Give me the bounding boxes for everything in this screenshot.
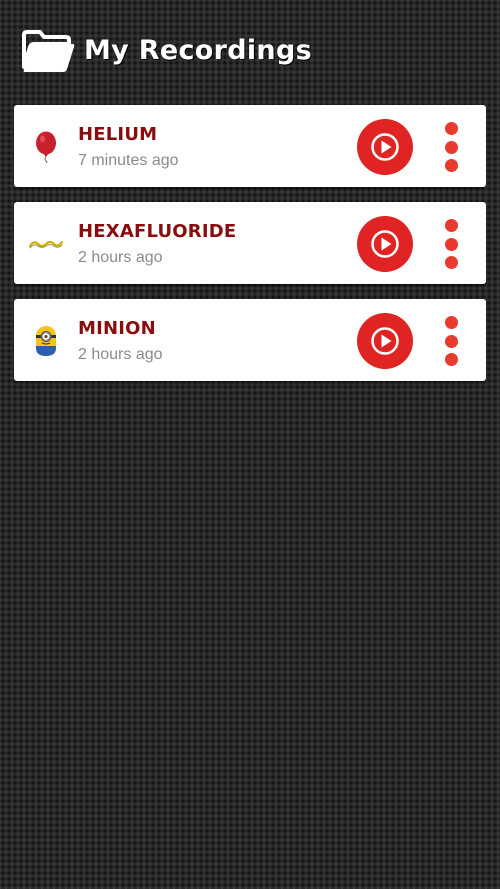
recording-time: 2 hours ago — [78, 249, 163, 266]
page-title: My Recordings — [84, 34, 312, 66]
play-icon — [371, 133, 399, 161]
recording-item-helium[interactable]: HELIUM 7 minutes ago — [14, 105, 486, 187]
app-header: My Recordings — [20, 28, 312, 76]
play-icon — [371, 230, 399, 258]
play-button[interactable] — [357, 119, 413, 175]
more-vertical-icon — [444, 256, 458, 269]
more-options-button[interactable] — [438, 313, 464, 369]
play-button[interactable] — [357, 313, 413, 369]
wave-icon — [26, 226, 66, 262]
more-vertical-icon — [444, 219, 458, 232]
recording-item-minion[interactable]: MINION 2 hours ago — [14, 299, 486, 381]
recording-time: 7 minutes ago — [78, 152, 179, 169]
more-options-button[interactable] — [438, 119, 464, 175]
recordings-list: HELIUM 7 minutes ago HEXAFLUORIDE 2 hour… — [14, 105, 486, 396]
more-vertical-icon — [444, 334, 458, 348]
play-button[interactable] — [357, 216, 413, 272]
more-vertical-icon — [444, 140, 458, 154]
recording-item-hexafluoride[interactable]: HEXAFLUORIDE 2 hours ago — [14, 202, 486, 284]
balloon-icon — [26, 129, 66, 165]
recording-title: HELIUM — [78, 124, 158, 145]
more-vertical-icon — [444, 159, 458, 172]
more-vertical-icon — [444, 122, 458, 135]
recording-title: HEXAFLUORIDE — [78, 221, 237, 242]
more-vertical-icon — [444, 353, 458, 366]
more-vertical-icon — [444, 237, 458, 251]
recording-title: MINION — [78, 318, 156, 339]
more-vertical-icon — [444, 316, 458, 329]
folder-open-icon — [22, 30, 75, 72]
minion-icon — [26, 323, 66, 359]
more-options-button[interactable] — [438, 216, 464, 272]
recording-time: 2 hours ago — [78, 346, 163, 363]
play-icon — [371, 327, 399, 355]
